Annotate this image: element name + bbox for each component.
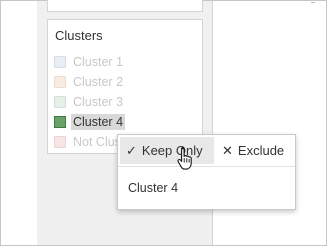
legend-item-label: Cluster 3 xyxy=(73,94,124,109)
exclude-label: Exclude xyxy=(237,143,285,158)
tooltip-toolbar: ✓ Keep Only ✕ Exclude xyxy=(118,135,295,167)
legend-item-cluster-1[interactable]: Cluster 1 xyxy=(54,52,200,71)
upper-card xyxy=(47,0,203,12)
legend-swatch xyxy=(54,115,66,128)
legend-item-cluster-2[interactable]: Cluster 2 xyxy=(54,72,200,91)
legend-item-label: Cluster 1 xyxy=(73,54,124,69)
tooltip-value: Cluster 4 xyxy=(128,181,179,195)
exclude-button[interactable]: ✕ Exclude xyxy=(217,137,293,164)
legend-item-label: Cluster 2 xyxy=(73,74,124,89)
tooltip-popup: ✓ Keep Only ✕ Exclude Cluster 4 xyxy=(117,134,296,210)
legend-title: Clusters xyxy=(55,28,103,43)
legend-swatch xyxy=(54,95,66,108)
check-icon: ✓ xyxy=(126,143,137,158)
keep-only-button[interactable]: ✓ Keep Only xyxy=(120,137,214,164)
keep-only-label: Keep Only xyxy=(141,143,203,158)
legend-swatch xyxy=(54,55,66,68)
legend-item-label: Not Clus xyxy=(73,134,121,149)
legend-swatch xyxy=(54,135,66,148)
legend-item-label: Cluster 4 xyxy=(71,113,126,130)
legend-swatch xyxy=(54,75,66,88)
legend-item-cluster-3[interactable]: Cluster 3 xyxy=(54,92,200,111)
x-icon: ✕ xyxy=(222,143,233,158)
app-frame: Clusters Cluster 1 Cluster 2 Cluster 3 C… xyxy=(0,0,327,246)
legend-item-cluster-4[interactable]: Cluster 4 xyxy=(54,112,200,131)
corner-mark xyxy=(311,2,315,5)
